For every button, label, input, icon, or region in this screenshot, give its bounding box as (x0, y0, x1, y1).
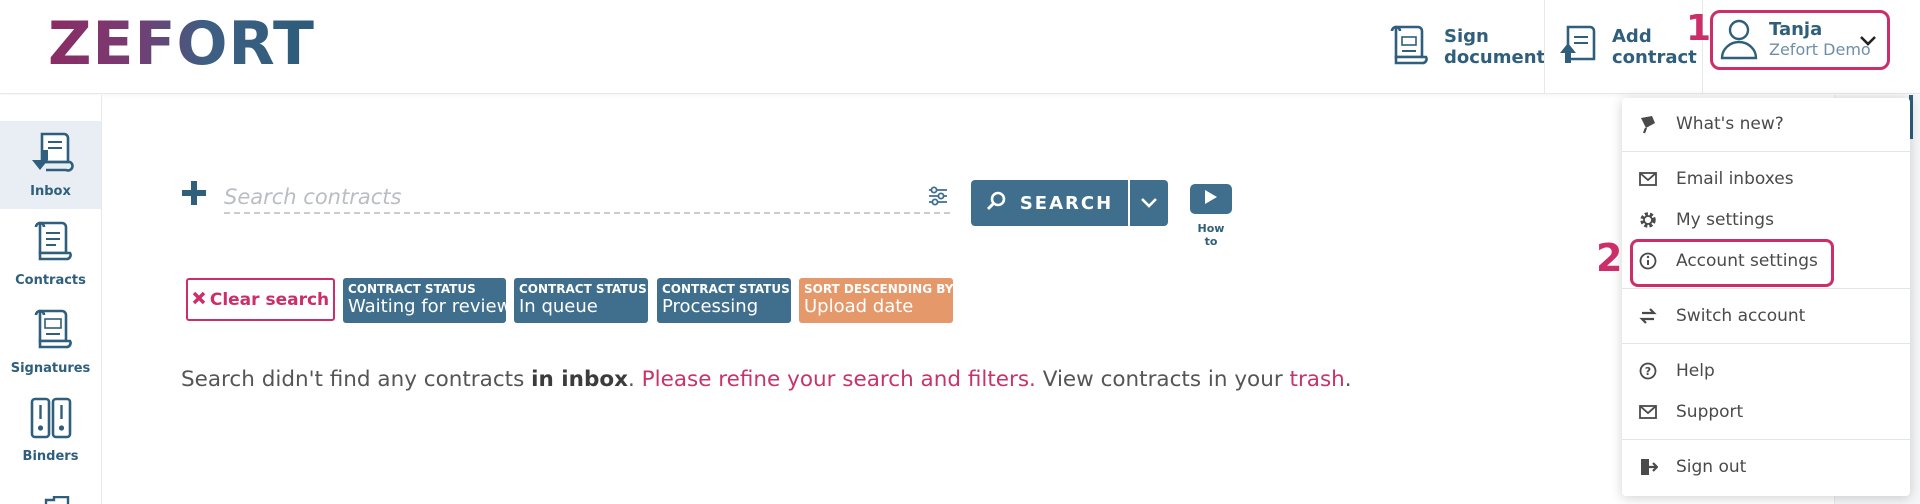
menu-item-email-inboxes[interactable]: Email inboxes (1622, 161, 1910, 197)
sidebar-item-label: Inbox (30, 184, 71, 199)
sort-chip-heading: SORT DESCENDING BY (804, 282, 954, 296)
sidebar-item-more-icon[interactable] (44, 493, 70, 504)
sign-document-label-1: Sign (1444, 26, 1489, 47)
svg-text:?: ? (1645, 365, 1651, 378)
menu-item-whats-new[interactable]: What's new? (1622, 106, 1910, 142)
user-avatar-icon (1719, 16, 1759, 64)
menu-item-support[interactable]: Support (1622, 394, 1910, 430)
megaphone-icon (1638, 114, 1658, 134)
inbox-emphasis: in inbox (531, 367, 628, 392)
menu-item-help[interactable]: ? Help (1622, 353, 1910, 389)
sort-chip-value: Upload date (804, 296, 914, 317)
play-icon (1204, 189, 1218, 209)
add-contract-label-1: Add (1612, 26, 1652, 47)
filter-chip-value: Processing (662, 296, 759, 317)
chevron-down-icon (1859, 33, 1877, 52)
account-settings-highlight (1630, 239, 1834, 287)
add-contract-label-2: contract (1612, 47, 1697, 68)
add-filter-plus-icon[interactable] (181, 180, 207, 210)
left-sidebar: Inbox Contracts Signatures Binders (0, 95, 102, 504)
sidebar-item-label: Binders (22, 449, 79, 464)
user-menu-toggle[interactable]: Tanja Zefort Demo (1710, 10, 1890, 70)
filter-chip[interactable]: CONTRACT STATUS Processing (657, 278, 791, 323)
signatures-icon (28, 307, 74, 355)
search-input[interactable] (224, 182, 904, 212)
sidebar-item-signatures[interactable]: Signatures (0, 298, 101, 386)
sidebar-item-binders[interactable]: Binders (0, 386, 101, 474)
clear-search-button[interactable]: Clear search (186, 278, 335, 321)
clear-search-label: Clear search (209, 289, 330, 310)
search-button-label: SEARCH (1019, 192, 1114, 214)
refine-search-link[interactable]: Please refine your search and filters. (642, 367, 1036, 392)
sidebar-item-inbox[interactable]: Inbox (0, 121, 101, 209)
no-results-message: Search didn't find any contracts in inbo… (181, 367, 1352, 392)
sign-out-icon (1638, 457, 1658, 477)
binders-icon (28, 395, 74, 443)
filter-chip-heading: CONTRACT STATUS (519, 282, 647, 296)
sign-document-icon (1388, 23, 1430, 71)
menu-item-switch-account[interactable]: Switch account (1622, 298, 1910, 334)
sliders-icon[interactable] (928, 186, 948, 210)
inbox-icon (28, 130, 74, 178)
filter-chip-value: Waiting for review (348, 296, 512, 317)
chevron-down-icon (1140, 194, 1158, 213)
user-organization: Zefort Demo (1769, 40, 1871, 59)
filter-chip[interactable]: CONTRACT STATUS Waiting for review (343, 278, 512, 323)
switch-icon (1638, 306, 1658, 326)
top-header: ZEFORT Sign document Add contract 1 Tanj… (0, 0, 1920, 94)
add-contract-icon (1556, 23, 1598, 71)
filter-chip-heading: CONTRACT STATUS (348, 282, 476, 296)
step-marker-2: 2 (1596, 236, 1623, 280)
header-divider (1544, 0, 1545, 94)
envelope-icon (1638, 402, 1658, 422)
sign-document-label-2: document (1444, 47, 1546, 68)
search-options-dropdown[interactable] (1130, 180, 1168, 226)
question-icon: ? (1638, 361, 1658, 381)
envelope-icon (1638, 169, 1658, 189)
sort-chip[interactable]: SORT DESCENDING BY Upload date (799, 278, 953, 323)
close-icon (192, 290, 206, 310)
add-contract-button[interactable]: Add contract (1556, 0, 1697, 94)
user-dropdown-menu: What's new? Email inboxes My settings Ac… (1622, 98, 1910, 496)
sidebar-item-label: Contracts (15, 273, 86, 288)
menu-item-my-settings[interactable]: My settings (1622, 202, 1910, 238)
step-marker-1: 1 (1686, 8, 1712, 49)
filter-chip-value: In queue (519, 296, 598, 317)
magnifier-icon (986, 191, 1006, 216)
contracts-icon (28, 219, 74, 267)
search-field (224, 182, 950, 214)
sidebar-item-label: Signatures (10, 361, 91, 376)
trash-link[interactable]: trash (1290, 367, 1345, 392)
search-button[interactable]: SEARCH (971, 180, 1128, 226)
zefort-logo[interactable]: ZEFORT (48, 14, 315, 74)
gear-icon (1638, 210, 1658, 230)
filter-chip-heading: CONTRACT STATUS (662, 282, 790, 296)
sign-document-button[interactable]: Sign document (1388, 0, 1545, 94)
how-to-label[interactable]: How to (1190, 222, 1232, 248)
menu-item-sign-out[interactable]: Sign out (1622, 449, 1910, 485)
sidebar-item-contracts[interactable]: Contracts (0, 210, 101, 298)
how-to-video-button[interactable] (1190, 184, 1232, 214)
filter-chip[interactable]: CONTRACT STATUS In queue (514, 278, 648, 323)
user-name: Tanja (1769, 19, 1823, 40)
